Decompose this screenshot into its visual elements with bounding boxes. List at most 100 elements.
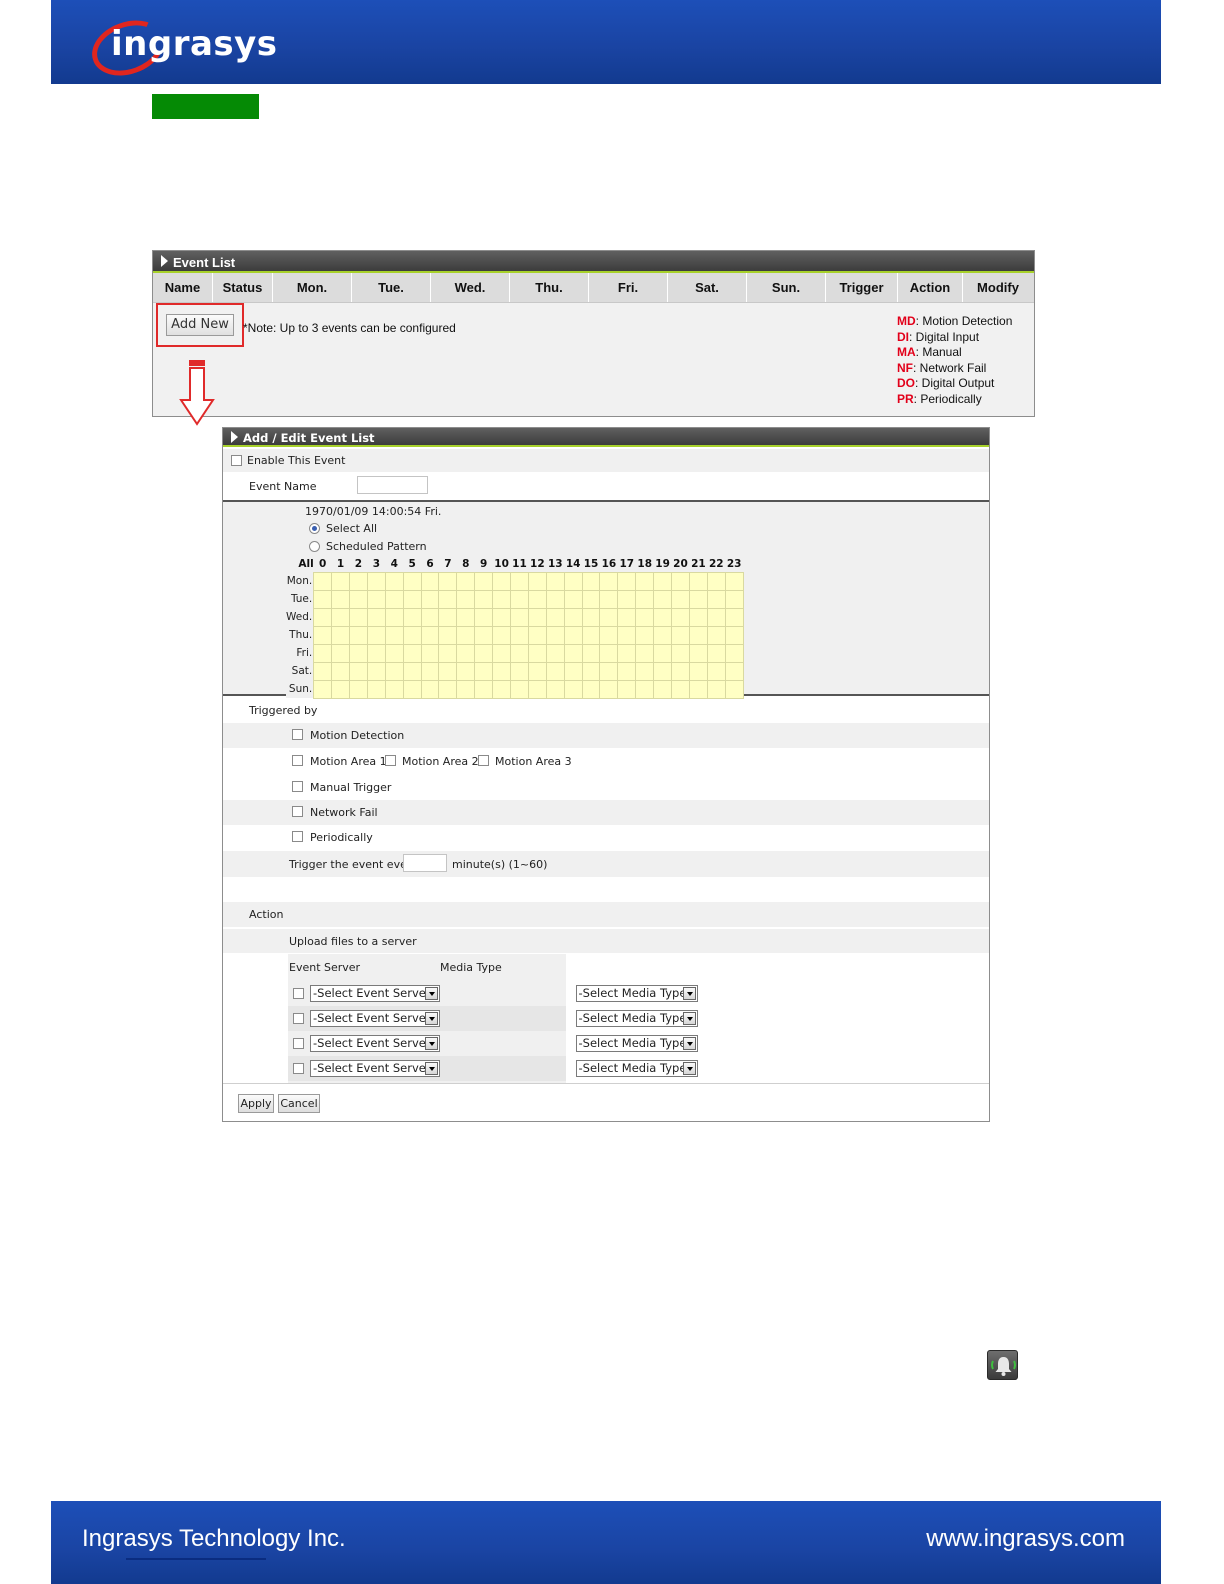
schedule-cell[interactable] [420,607,440,627]
schedule-cell[interactable] [510,679,529,699]
schedule-cell[interactable] [563,643,583,663]
schedule-cell[interactable] [653,589,673,609]
schedule-cell[interactable] [706,661,726,681]
schedule-cell[interactable] [724,607,744,627]
schedule-cell[interactable] [545,661,565,681]
schedule-cell[interactable] [492,571,512,591]
schedule-cell[interactable] [688,661,708,681]
grid-hour-header[interactable]: 13 [546,556,564,572]
event-server-select[interactable]: -Select Event Server- [310,1010,440,1027]
schedule-cell[interactable] [527,679,547,699]
schedule-cell[interactable] [313,679,333,699]
grid-day-label[interactable]: Tue. [286,590,314,608]
grid-hour-header[interactable]: 20 [672,556,690,572]
schedule-cell[interactable] [617,607,637,627]
collapse-triangle-icon[interactable] [231,431,238,443]
schedule-cell[interactable] [545,589,565,609]
grid-hour-header[interactable]: 19 [654,556,672,572]
motion-detection-checkbox[interactable] [292,729,303,740]
schedule-cell[interactable] [617,625,637,645]
grid-hour-header[interactable]: 22 [707,556,725,572]
schedule-cell[interactable] [420,571,440,591]
schedule-cell[interactable] [402,625,422,645]
grid-hour-header[interactable]: 11 [511,556,529,572]
schedule-cell[interactable] [349,679,368,699]
schedule-cell[interactable] [438,625,458,645]
schedule-cell[interactable] [456,589,476,609]
schedule-cell[interactable] [510,571,529,591]
schedule-cell[interactable] [331,607,351,627]
grid-hour-header[interactable]: 9 [475,556,493,572]
schedule-cell[interactable] [402,571,422,591]
schedule-cell[interactable] [635,571,655,591]
schedule-cell[interactable] [653,607,673,627]
schedule-cell[interactable] [599,571,619,591]
motion-area-1-checkbox[interactable] [292,755,303,766]
schedule-cell[interactable] [671,643,690,663]
schedule-cell[interactable] [474,589,494,609]
schedule-cell[interactable] [366,589,386,609]
schedule-cell[interactable] [724,661,744,681]
schedule-cell[interactable] [581,589,601,609]
grid-day-label[interactable]: Thu. [286,626,314,644]
schedule-cell[interactable] [617,679,637,699]
schedule-cell[interactable] [635,589,655,609]
schedule-cell[interactable] [599,643,619,663]
schedule-cell[interactable] [688,607,708,627]
schedule-cell[interactable] [420,643,440,663]
network-fail-checkbox[interactable] [292,806,303,817]
schedule-cell[interactable] [402,643,422,663]
schedule-cell[interactable] [474,571,494,591]
schedule-cell[interactable] [474,661,494,681]
schedule-cell[interactable] [384,589,404,609]
schedule-cell[interactable] [384,679,404,699]
schedule-cell[interactable] [688,625,708,645]
collapse-triangle-icon[interactable] [161,255,168,267]
schedule-cell[interactable] [688,589,708,609]
trigger-interval-input[interactable] [403,854,447,872]
schedule-cell[interactable] [527,625,547,645]
grid-hour-header[interactable]: 1 [332,556,350,572]
schedule-cell[interactable] [671,679,690,699]
footer-url[interactable]: www.ingrasys.com [926,1525,1125,1553]
schedule-cell[interactable] [349,643,368,663]
schedule-cell[interactable] [474,607,494,627]
schedule-cell[interactable] [706,571,726,591]
schedule-cell[interactable] [420,589,440,609]
schedule-cell[interactable] [313,661,333,681]
schedule-cell[interactable] [438,607,458,627]
grid-hour-header[interactable]: 21 [689,556,707,572]
schedule-cell[interactable] [617,589,637,609]
event-server-select[interactable]: -Select Event Server- [310,985,440,1002]
schedule-cell[interactable] [599,679,619,699]
schedule-cell[interactable] [563,661,583,681]
schedule-cell[interactable] [510,589,529,609]
schedule-cell[interactable] [510,625,529,645]
schedule-cell[interactable] [402,607,422,627]
schedule-cell[interactable] [581,625,601,645]
schedule-cell[interactable] [438,679,458,699]
grid-hour-header[interactable]: 5 [403,556,421,572]
enable-event-checkbox[interactable] [231,455,242,466]
schedule-cell[interactable] [581,679,601,699]
grid-hour-header[interactable]: 18 [636,556,654,572]
schedule-cell[interactable] [545,625,565,645]
schedule-cell[interactable] [635,679,655,699]
schedule-cell[interactable] [706,679,726,699]
schedule-cell[interactable] [366,679,386,699]
schedule-cell[interactable] [599,589,619,609]
schedule-cell[interactable] [456,625,476,645]
schedule-cell[interactable] [456,571,476,591]
schedule-cell[interactable] [617,661,637,681]
schedule-cell[interactable] [599,625,619,645]
grid-day-label[interactable]: Wed. [286,608,314,626]
schedule-cell[interactable] [384,607,404,627]
schedule-cell[interactable] [474,625,494,645]
schedule-cell[interactable] [671,589,690,609]
schedule-cell[interactable] [563,607,583,627]
select-all-radio[interactable] [309,523,320,534]
schedule-cell[interactable] [653,625,673,645]
schedule-cell[interactable] [617,643,637,663]
schedule-cell[interactable] [635,661,655,681]
schedule-cell[interactable] [456,679,476,699]
